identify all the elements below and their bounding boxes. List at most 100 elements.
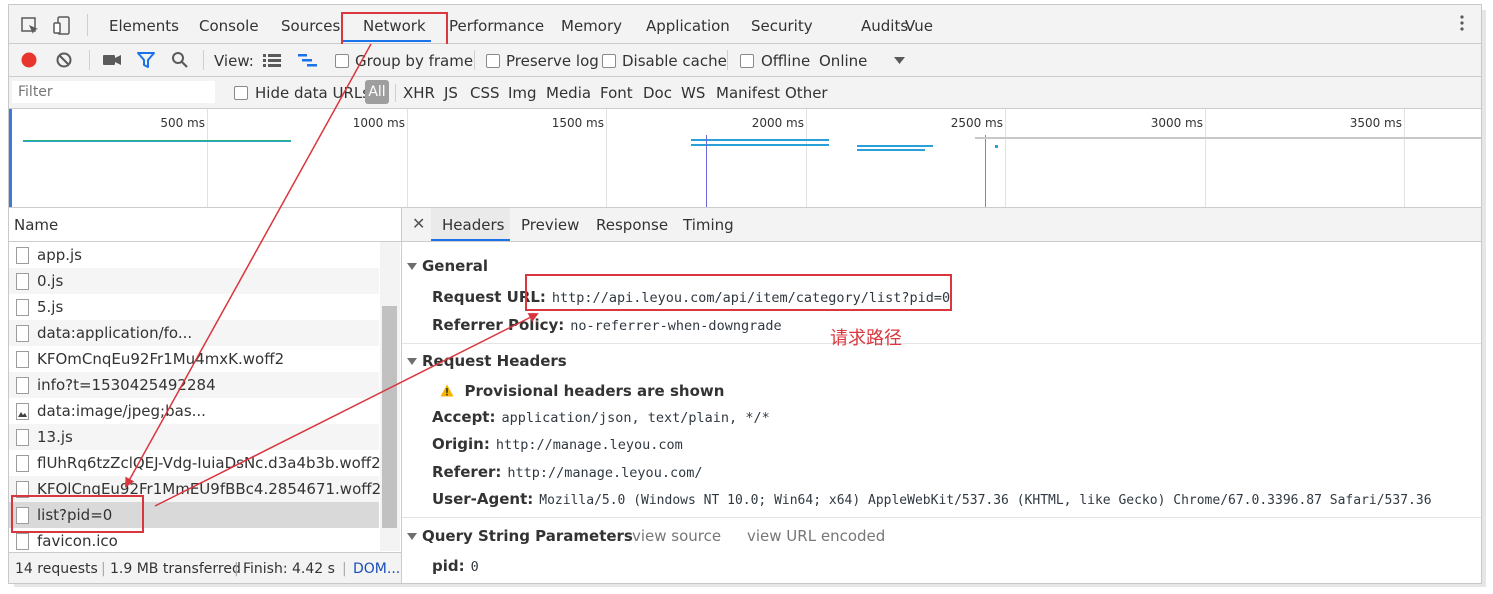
accept-row: Accept: application/json, text/plain, */*: [432, 408, 770, 426]
load-event-line: [985, 135, 986, 207]
timeline-request-bar: [857, 145, 933, 147]
timeline-gridline: [1404, 109, 1405, 207]
request-row[interactable]: info?t=1530425492284: [9, 372, 379, 398]
preserve-log-checkbox[interactable]: [486, 54, 500, 68]
record-icon[interactable]: [20, 51, 38, 69]
annotation-box-request-url: [525, 274, 952, 311]
tab-preview[interactable]: Preview: [521, 216, 579, 234]
expand-caret-icon: [407, 358, 417, 365]
section-divider: [402, 343, 1481, 344]
request-row[interactable]: 13.js: [9, 424, 379, 450]
request-row[interactable]: app.js: [9, 242, 379, 268]
preserve-log-label: Preserve log: [506, 52, 599, 70]
request-headers-section-toggle[interactable]: Request Headers: [407, 352, 567, 370]
tab-audits[interactable]: Audits: [861, 17, 908, 35]
throttling-select[interactable]: Online: [819, 52, 867, 70]
request-name: app.js: [37, 246, 82, 264]
tab-memory[interactable]: Memory: [561, 17, 622, 35]
tab-security[interactable]: Security: [751, 17, 813, 35]
waterfall-overview-icon[interactable]: [298, 54, 318, 68]
clear-icon[interactable]: [55, 51, 73, 69]
close-icon[interactable]: ✕: [412, 214, 425, 233]
filter-input[interactable]: [12, 81, 215, 103]
network-status-bar: 14 requests | 1.9 MB transferred | Finis…: [9, 552, 401, 583]
user-agent-row: User-Agent: Mozilla/5.0 (Windows NT 10.0;…: [432, 490, 1432, 508]
filter-icon[interactable]: [137, 52, 155, 69]
screenshot-camera-icon[interactable]: [102, 52, 122, 68]
name-column-header[interactable]: Name: [9, 208, 401, 242]
filter-type-ws[interactable]: WS: [681, 84, 705, 102]
request-name: data:application/fo...: [37, 324, 193, 342]
accept-value: application/json, text/plain, */*: [501, 410, 770, 426]
annotation-box-network-tab: [341, 12, 448, 47]
request-count: 14 requests: [15, 561, 98, 577]
toolbar-divider: [727, 50, 728, 70]
request-row[interactable]: 0.js: [9, 268, 379, 294]
dom-content-loaded-line: [706, 135, 707, 207]
dropdown-arrow-icon[interactable]: [894, 57, 905, 65]
filter-type-doc[interactable]: Doc: [643, 84, 672, 102]
timeline-request-bar: [23, 141, 291, 142]
request-row[interactable]: flUhRq6tzZclQEJ-Vdg-IuiaDsNc.d3a4b3b.wof…: [9, 450, 381, 476]
view-url-encoded-link[interactable]: view URL encoded: [747, 527, 885, 545]
annotation-label: 请求路径: [830, 328, 902, 349]
device-toolbar-icon[interactable]: [52, 16, 72, 36]
view-source-link[interactable]: view source: [632, 527, 721, 545]
filter-type-font[interactable]: Font: [600, 84, 633, 102]
tab-application[interactable]: Application: [646, 17, 730, 35]
filter-type-manifest[interactable]: Manifest: [716, 84, 780, 102]
general-section-toggle[interactable]: General: [407, 257, 488, 275]
timeline-overview[interactable]: 500 ms 1000 ms 1500 ms 2000 ms 2500 ms 3…: [9, 109, 1481, 208]
toolbar-divider: [395, 84, 396, 102]
scrollbar-thumb[interactable]: [382, 306, 397, 528]
file-icon: [16, 455, 29, 472]
filter-type-css[interactable]: CSS: [470, 84, 500, 102]
warning-icon: [440, 384, 454, 397]
param-key: pid:: [432, 557, 465, 575]
filter-type-all[interactable]: All: [365, 80, 389, 104]
tab-console[interactable]: Console: [199, 17, 259, 35]
request-name: info?t=1530425492284: [37, 376, 216, 394]
more-menu-icon[interactable]: [1452, 13, 1472, 33]
file-icon: [16, 533, 29, 550]
file-icon: [16, 247, 29, 264]
file-icon: [16, 299, 29, 316]
tab-timing[interactable]: Timing: [683, 216, 734, 234]
large-rows-icon[interactable]: [263, 54, 281, 68]
transferred-size: 1.9 MB transferred: [110, 561, 241, 577]
query-params-section-toggle[interactable]: Query String Parameters: [407, 527, 633, 545]
request-row[interactable]: KFOmCnqEu92Fr1Mu4mxK.woff2: [9, 346, 379, 372]
offline-checkbox[interactable]: [740, 54, 754, 68]
toolbar-divider: [203, 50, 204, 70]
toolbar-divider: [474, 50, 475, 70]
annotation-box-selected-request: [11, 495, 144, 533]
filter-type-media[interactable]: Media: [546, 84, 591, 102]
timeline-tick-label: 1500 ms: [551, 116, 604, 130]
search-icon[interactable]: [171, 51, 189, 69]
tab-performance[interactable]: Performance: [449, 17, 544, 35]
origin-value: http://manage.leyou.com: [495, 437, 683, 453]
request-row[interactable]: data:application/fo...: [9, 320, 379, 346]
request-row[interactable]: data:image/jpeg;bas...: [9, 398, 379, 424]
disable-cache-label: Disable cache: [622, 52, 727, 70]
hide-data-urls-label: Hide data URLs: [255, 84, 371, 102]
tab-elements[interactable]: Elements: [109, 17, 179, 35]
tab-sources[interactable]: Sources: [281, 17, 340, 35]
filter-type-xhr[interactable]: XHR: [403, 84, 435, 102]
tab-headers[interactable]: Headers: [442, 216, 504, 234]
timeline-gridline: [207, 109, 208, 207]
timeline-tick-label: 3500 ms: [1349, 116, 1402, 130]
group-by-frame-checkbox[interactable]: [335, 54, 349, 68]
filter-type-other[interactable]: Other: [785, 84, 828, 102]
request-row[interactable]: 5.js: [9, 294, 379, 320]
tab-response[interactable]: Response: [596, 216, 668, 234]
tab-vue[interactable]: Vue: [905, 17, 933, 35]
hide-data-urls-checkbox[interactable]: [234, 86, 248, 100]
origin-row: Origin: http://manage.leyou.com: [432, 435, 683, 453]
filter-type-js[interactable]: JS: [444, 84, 458, 102]
inspect-element-icon[interactable]: [20, 16, 40, 36]
details-tabbar: ✕ Headers Preview Response Timing: [402, 208, 1481, 242]
timeline-request-bar: [691, 139, 829, 141]
disable-cache-checkbox[interactable]: [602, 54, 616, 68]
filter-type-img[interactable]: Img: [508, 84, 537, 102]
